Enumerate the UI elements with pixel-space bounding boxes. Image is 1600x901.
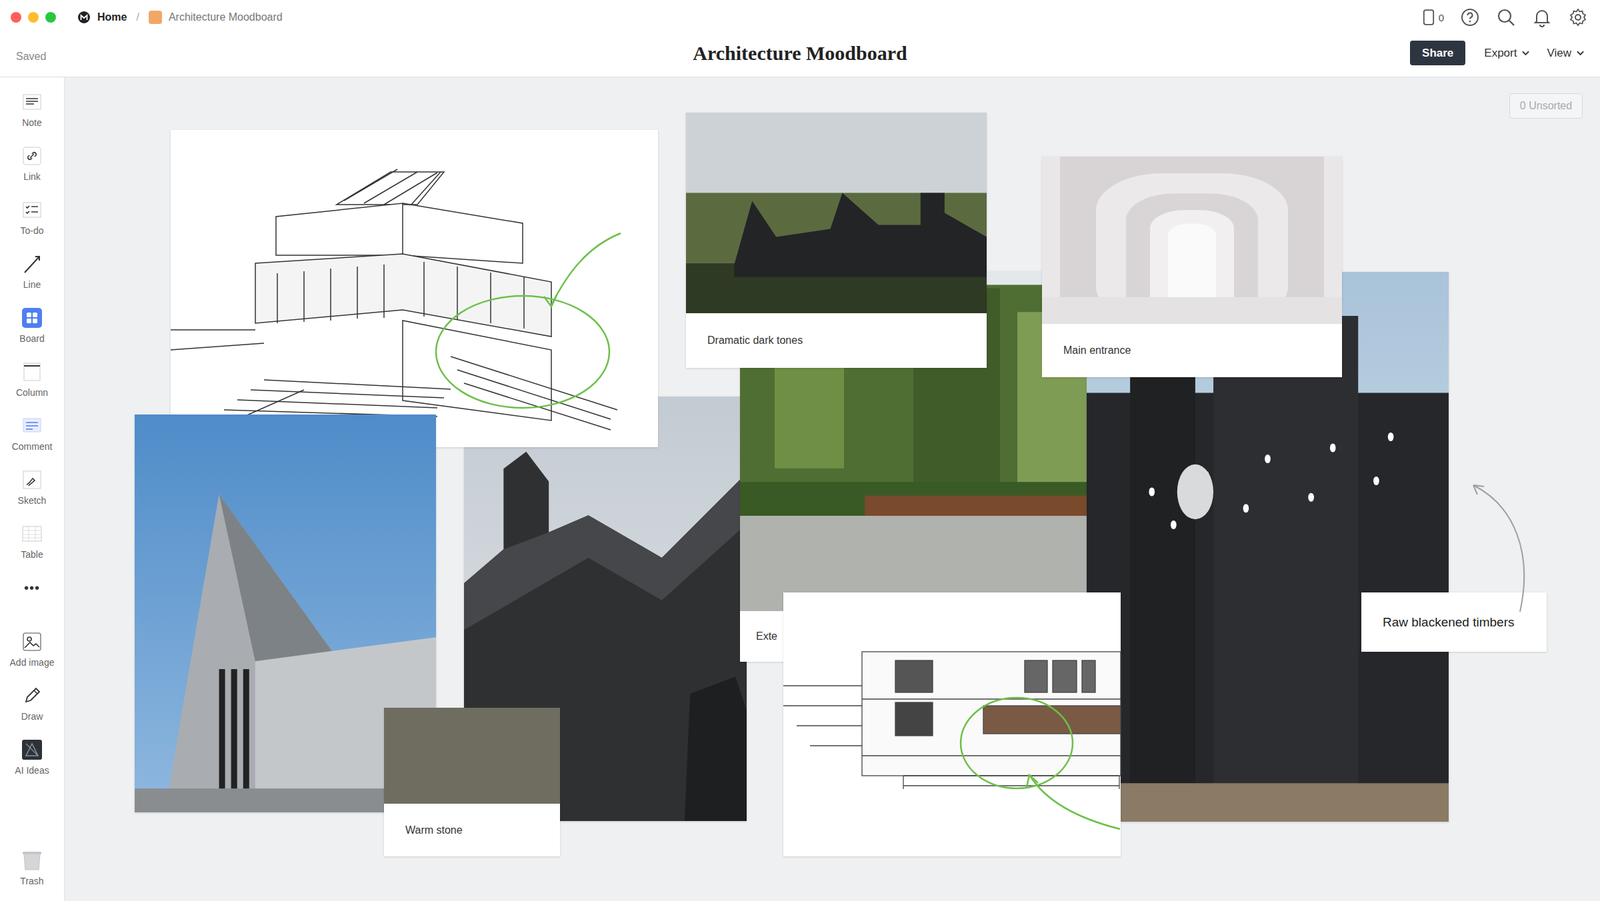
search-icon[interactable] [1496, 7, 1516, 28]
tool-note[interactable]: Note [0, 77, 64, 132]
board-title[interactable]: Architecture Moodboard [692, 42, 907, 65]
bell-icon[interactable] [1532, 7, 1552, 28]
tool-draw[interactable]: Draw [0, 671, 64, 726]
card-caption[interactable]: Warm stone [384, 804, 560, 857]
note-card[interactable]: Raw blackened timbers [1361, 592, 1547, 652]
arrow-connector[interactable] [1468, 480, 1548, 614]
header-actions: Share Export View [907, 40, 1584, 66]
sketch-image [783, 592, 1121, 857]
breadcrumb-separator: / [136, 11, 139, 24]
draw-icon [20, 684, 44, 708]
toolbar: Note Link To-do Line Board Column Commen… [0, 77, 65, 901]
board-icon [20, 306, 44, 330]
tool-board[interactable]: Board [0, 293, 64, 348]
save-status: Saved [16, 44, 693, 63]
todo-icon [20, 198, 44, 222]
logo-icon [77, 10, 91, 24]
workspace: Note Link To-do Line Board Column Commen… [0, 77, 1600, 901]
tool-table[interactable]: Table [0, 509, 64, 564]
trash-icon [20, 849, 44, 872]
menu-button[interactable]: Export [1484, 46, 1530, 60]
photo-card[interactable]: Dramatic dark tones [686, 112, 987, 368]
board-icon [148, 10, 162, 24]
tool-comment[interactable]: Comment [0, 401, 64, 456]
breadcrumb: Home / Architecture Moodboard [77, 10, 283, 24]
titlebar: Home / Architecture Moodboard 0 [0, 0, 1600, 35]
ai-icon [20, 738, 44, 762]
photo [1042, 156, 1342, 324]
photo-card[interactable]: Main entrance [1042, 156, 1342, 378]
sketch-card[interactable] [783, 592, 1121, 857]
chevron-down-icon [1522, 50, 1530, 56]
tool-link[interactable]: Link [0, 131, 64, 186]
minimize-button[interactable] [28, 12, 39, 23]
note-icon [20, 90, 44, 114]
breadcrumb-item[interactable]: Home [77, 10, 127, 24]
tool-line[interactable]: Line [0, 239, 64, 294]
canvas[interactable]: 0 Unsorted Exte Warm stone Dramatic dark… [64, 77, 1600, 901]
title-row: Saved Architecture Moodboard Share Expor… [0, 34, 1600, 77]
device-button[interactable]: 0 [1422, 8, 1444, 26]
tool-column[interactable]: Column [0, 347, 64, 402]
close-button[interactable] [10, 12, 22, 23]
trash[interactable]: Trash [0, 849, 64, 901]
tool-sketch[interactable]: Sketch [0, 455, 64, 510]
window-controls [10, 12, 56, 23]
sketch-card[interactable] [170, 130, 658, 448]
column-icon [20, 360, 44, 384]
maximize-button[interactable] [45, 12, 56, 23]
table-icon [20, 522, 44, 546]
swatch-card[interactable]: Warm stone [384, 708, 560, 857]
help-icon[interactable] [1460, 7, 1480, 28]
sketch-image [170, 130, 658, 448]
tool-image[interactable]: Add image [0, 617, 64, 672]
note-text[interactable]: Raw blackened timbers [1361, 615, 1547, 630]
breadcrumb-item[interactable]: Architecture Moodboard [148, 10, 283, 24]
photo [686, 112, 987, 314]
color-swatch [384, 708, 560, 804]
primary-button[interactable]: Share [1410, 40, 1466, 66]
header: Home / Architecture Moodboard 0 Saved Arc… [0, 0, 1600, 78]
card-caption[interactable]: Main entrance [1042, 324, 1342, 378]
image-icon [20, 630, 44, 654]
tool-more[interactable]: ••• [0, 563, 64, 618]
line-icon [20, 252, 44, 276]
link-icon [20, 144, 44, 168]
menu-button[interactable]: View [1546, 46, 1584, 60]
tool-todo[interactable]: To-do [0, 185, 64, 240]
more-icon[interactable]: ••• [24, 576, 40, 600]
comment-icon [20, 414, 44, 438]
tool-ai[interactable]: AI Ideas [0, 725, 64, 780]
sketch-icon [20, 468, 44, 492]
top-icons: 0 [1422, 7, 1588, 28]
card-caption[interactable]: Dramatic dark tones [686, 313, 987, 368]
phone-icon [1422, 8, 1435, 26]
gear-icon[interactable] [1568, 7, 1588, 28]
unsorted-badge[interactable]: 0 Unsorted [1509, 93, 1583, 119]
chevron-down-icon [1576, 50, 1584, 56]
app: Home / Architecture Moodboard 0 Saved Arc… [0, 0, 1600, 901]
